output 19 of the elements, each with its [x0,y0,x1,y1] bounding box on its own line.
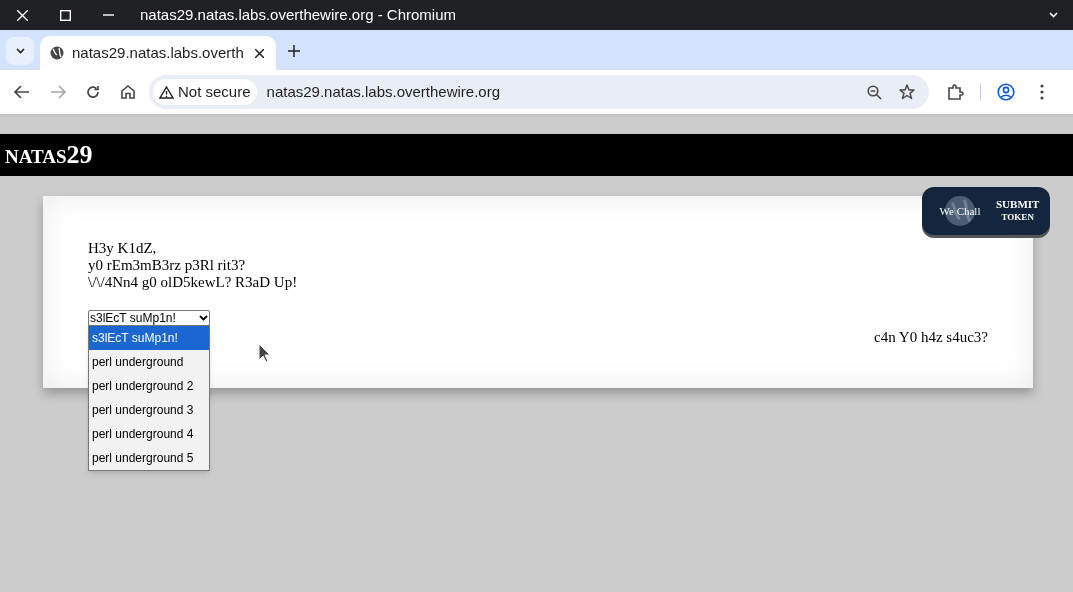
security-chip[interactable]: Not secure [153,79,257,105]
url-text: natas29.natas.labs.overthewire.org [266,81,501,102]
dropdown-option[interactable]: perl underground [89,350,209,374]
page-title: NATAS29 [5,142,93,168]
browser-tab[interactable]: natas29.natas.labs.overth [40,36,276,70]
message-line: H3y K1dZ, [88,240,158,257]
submit-token-button[interactable]: We Chall SUBMIT TOKEN [922,187,1050,235]
we-chall-logo: We Chall [932,193,988,229]
message-line: \/\/4Nn4 g0 olD5kewL? R3aD Up! [88,274,299,291]
dropdown-option[interactable]: s3lEcT suMp1n! [89,326,209,350]
address-bar[interactable]: Not secure natas29.natas.labs.overthewire.org [149,75,929,109]
dropdown-option[interactable]: perl underground 3 [89,398,209,422]
footer-text: c4n Y0 h4z s4uc3? [874,328,988,347]
select-dropdown[interactable]: s3lEcT suMp1n! [88,310,210,326]
dropdown-option[interactable]: perl underground 2 [89,374,209,398]
window-title: natas29.natas.labs.overthewire.org - Chromium [140,4,456,25]
dropdown-option[interactable]: perl underground 4 [89,422,209,446]
dropdown-option[interactable]: perl underground 5 [89,446,209,470]
message-line: y0 rEm3mB3rz p3Rl rit3? [88,257,247,274]
